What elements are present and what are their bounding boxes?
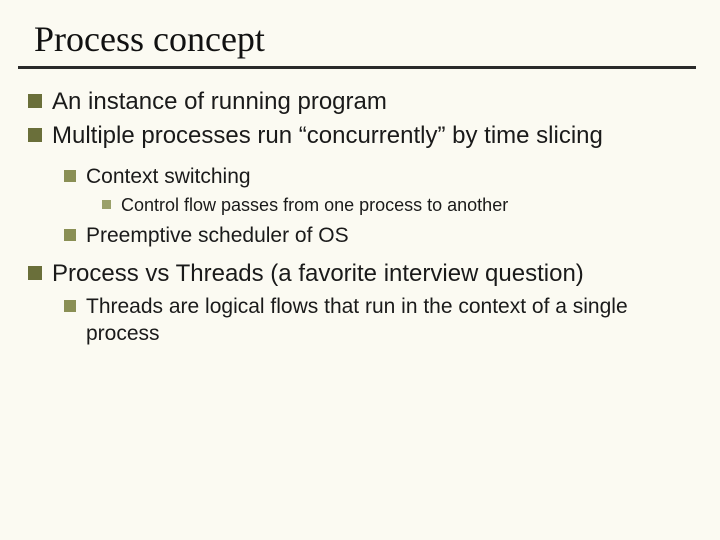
slide-body: An instance of running program Multiple …: [0, 69, 720, 348]
list-item: Process vs Threads (a favorite interview…: [28, 259, 684, 289]
bullet-text: Context switching: [86, 163, 684, 190]
square-bullet-icon: [102, 200, 111, 209]
bullet-text: Multiple processes run “concurrently” by…: [52, 121, 684, 151]
list-item: Context switching: [64, 163, 684, 190]
square-bullet-icon: [28, 94, 42, 108]
square-bullet-icon: [64, 300, 76, 312]
bullet-text: Control flow passes from one process to …: [121, 194, 684, 217]
list-item: Threads are logical flows that run in th…: [64, 293, 684, 348]
square-bullet-icon: [64, 229, 76, 241]
bullet-text: Process vs Threads (a favorite interview…: [52, 259, 684, 289]
bullet-text: Threads are logical flows that run in th…: [86, 293, 684, 348]
bullet-text: Preemptive scheduler of OS: [86, 222, 684, 249]
square-bullet-icon: [28, 128, 42, 142]
list-item: Multiple processes run “concurrently” by…: [28, 121, 684, 151]
list-item: An instance of running program: [28, 87, 684, 117]
bullet-text: An instance of running program: [52, 87, 684, 117]
list-item: Control flow passes from one process to …: [102, 194, 684, 217]
slide-title: Process concept: [0, 0, 720, 66]
square-bullet-icon: [28, 266, 42, 280]
list-item: Preemptive scheduler of OS: [64, 222, 684, 249]
square-bullet-icon: [64, 170, 76, 182]
slide: Process concept An instance of running p…: [0, 0, 720, 540]
